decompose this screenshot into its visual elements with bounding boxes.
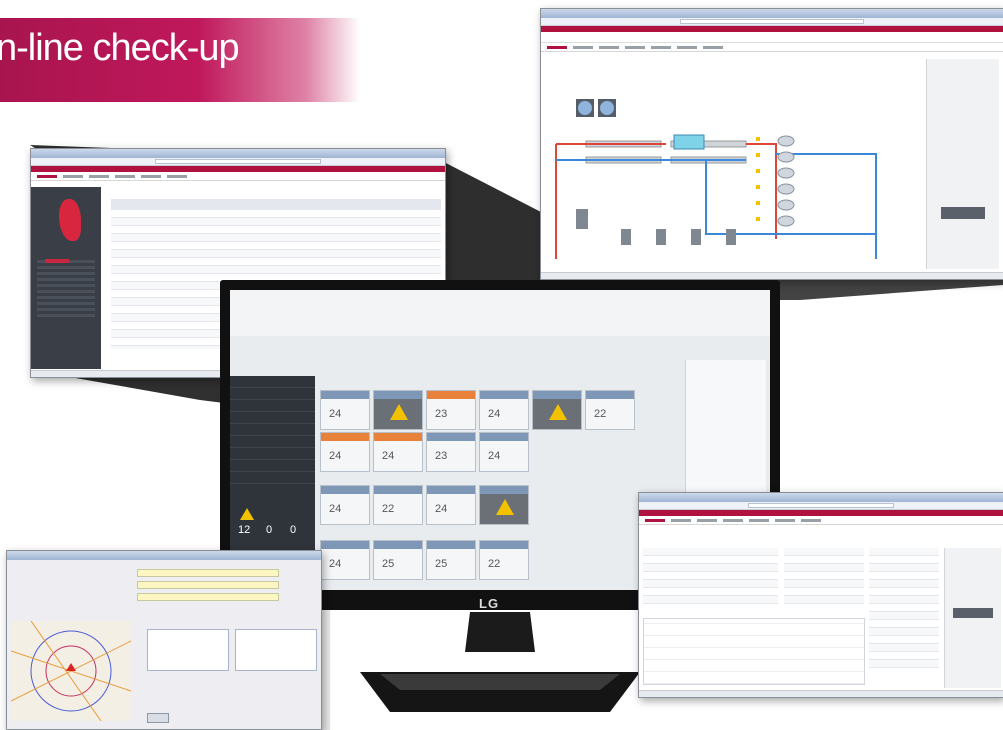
status-table — [869, 548, 939, 678]
dashboard-window — [638, 492, 1003, 698]
map-window — [6, 550, 322, 730]
detail-table — [784, 548, 864, 608]
address-bar[interactable] — [31, 158, 445, 166]
unit-card[interactable]: 24 — [320, 485, 370, 525]
sidebar-item[interactable] — [230, 412, 315, 424]
banner-title: n-line check-up — [0, 27, 240, 69]
unit-card[interactable]: 24 — [320, 390, 370, 430]
sidebar-item[interactable] — [230, 424, 315, 436]
unit-card[interactable]: 24 — [426, 485, 476, 525]
unit-card[interactable]: 22 — [585, 390, 635, 430]
unit-card[interactable] — [373, 390, 423, 430]
address-bar[interactable] — [541, 18, 1003, 26]
confirm-button[interactable] — [147, 713, 169, 723]
warning-icon — [390, 404, 408, 420]
window-titlebar — [31, 149, 445, 158]
monitor-stand — [360, 612, 640, 712]
unit-card[interactable] — [479, 485, 529, 525]
sidebar-item[interactable] — [230, 388, 315, 400]
warning-summary: 12 0 0 — [236, 506, 310, 546]
sidebar-item[interactable] — [230, 436, 315, 448]
result-list — [147, 629, 229, 671]
apply-button[interactable] — [953, 608, 993, 618]
unit-card[interactable]: 24 — [320, 540, 370, 580]
window-titlebar — [541, 9, 1003, 18]
sidebar-item[interactable] — [230, 460, 315, 472]
address-bar[interactable] — [639, 502, 1003, 510]
map-panel — [31, 187, 101, 369]
unit-card[interactable]: 24 — [373, 432, 423, 472]
summary-table — [643, 548, 778, 608]
side-panel — [926, 59, 999, 269]
lg-logo: LG — [479, 596, 500, 611]
stat-3: 0 — [290, 524, 297, 536]
stat-1: 12 — [238, 524, 251, 536]
window-titlebar — [7, 551, 321, 560]
menu-bar[interactable] — [639, 516, 1003, 525]
unit-card[interactable]: 23 — [426, 432, 476, 472]
screen-header — [230, 290, 770, 336]
unit-card[interactable]: 22 — [373, 485, 423, 525]
menu-bar[interactable] — [31, 172, 445, 181]
stat-2: 0 — [266, 524, 273, 536]
status-bar — [639, 690, 1003, 697]
menu-bar[interactable] — [541, 43, 1003, 52]
schematic-window — [540, 8, 1003, 280]
unit-card[interactable]: 25 — [426, 540, 476, 580]
map-view[interactable] — [10, 620, 132, 722]
warning-icon — [549, 404, 567, 420]
warning-icon — [496, 499, 514, 515]
sidebar-item[interactable] — [230, 400, 315, 412]
warning-icon — [240, 508, 254, 520]
unit-card[interactable]: 25 — [373, 540, 423, 580]
sidebar-item[interactable] — [230, 448, 315, 460]
sidebar-item[interactable] — [230, 376, 315, 388]
unit-card[interactable]: 24 — [479, 432, 529, 472]
apply-button[interactable] — [941, 207, 985, 219]
trend-graph — [643, 618, 865, 685]
status-bar — [541, 272, 1003, 279]
sidebar-item[interactable] — [230, 472, 315, 484]
unit-card[interactable] — [532, 390, 582, 430]
unit-card[interactable]: 23 — [426, 390, 476, 430]
unit-card[interactable]: 22 — [479, 540, 529, 580]
unit-card-grid: 24 23 24 22 24 24 23 24 24 22 24 24 25 2… — [320, 390, 680, 590]
unit-card[interactable]: 24 — [320, 432, 370, 472]
window-titlebar — [639, 493, 1003, 502]
form-fields[interactable] — [137, 569, 287, 609]
right-panel — [944, 548, 1001, 688]
unit-card[interactable]: 24 — [479, 390, 529, 430]
map-marker-icon — [66, 663, 76, 671]
detail-panel — [235, 629, 317, 671]
schematic-canvas — [546, 59, 921, 269]
